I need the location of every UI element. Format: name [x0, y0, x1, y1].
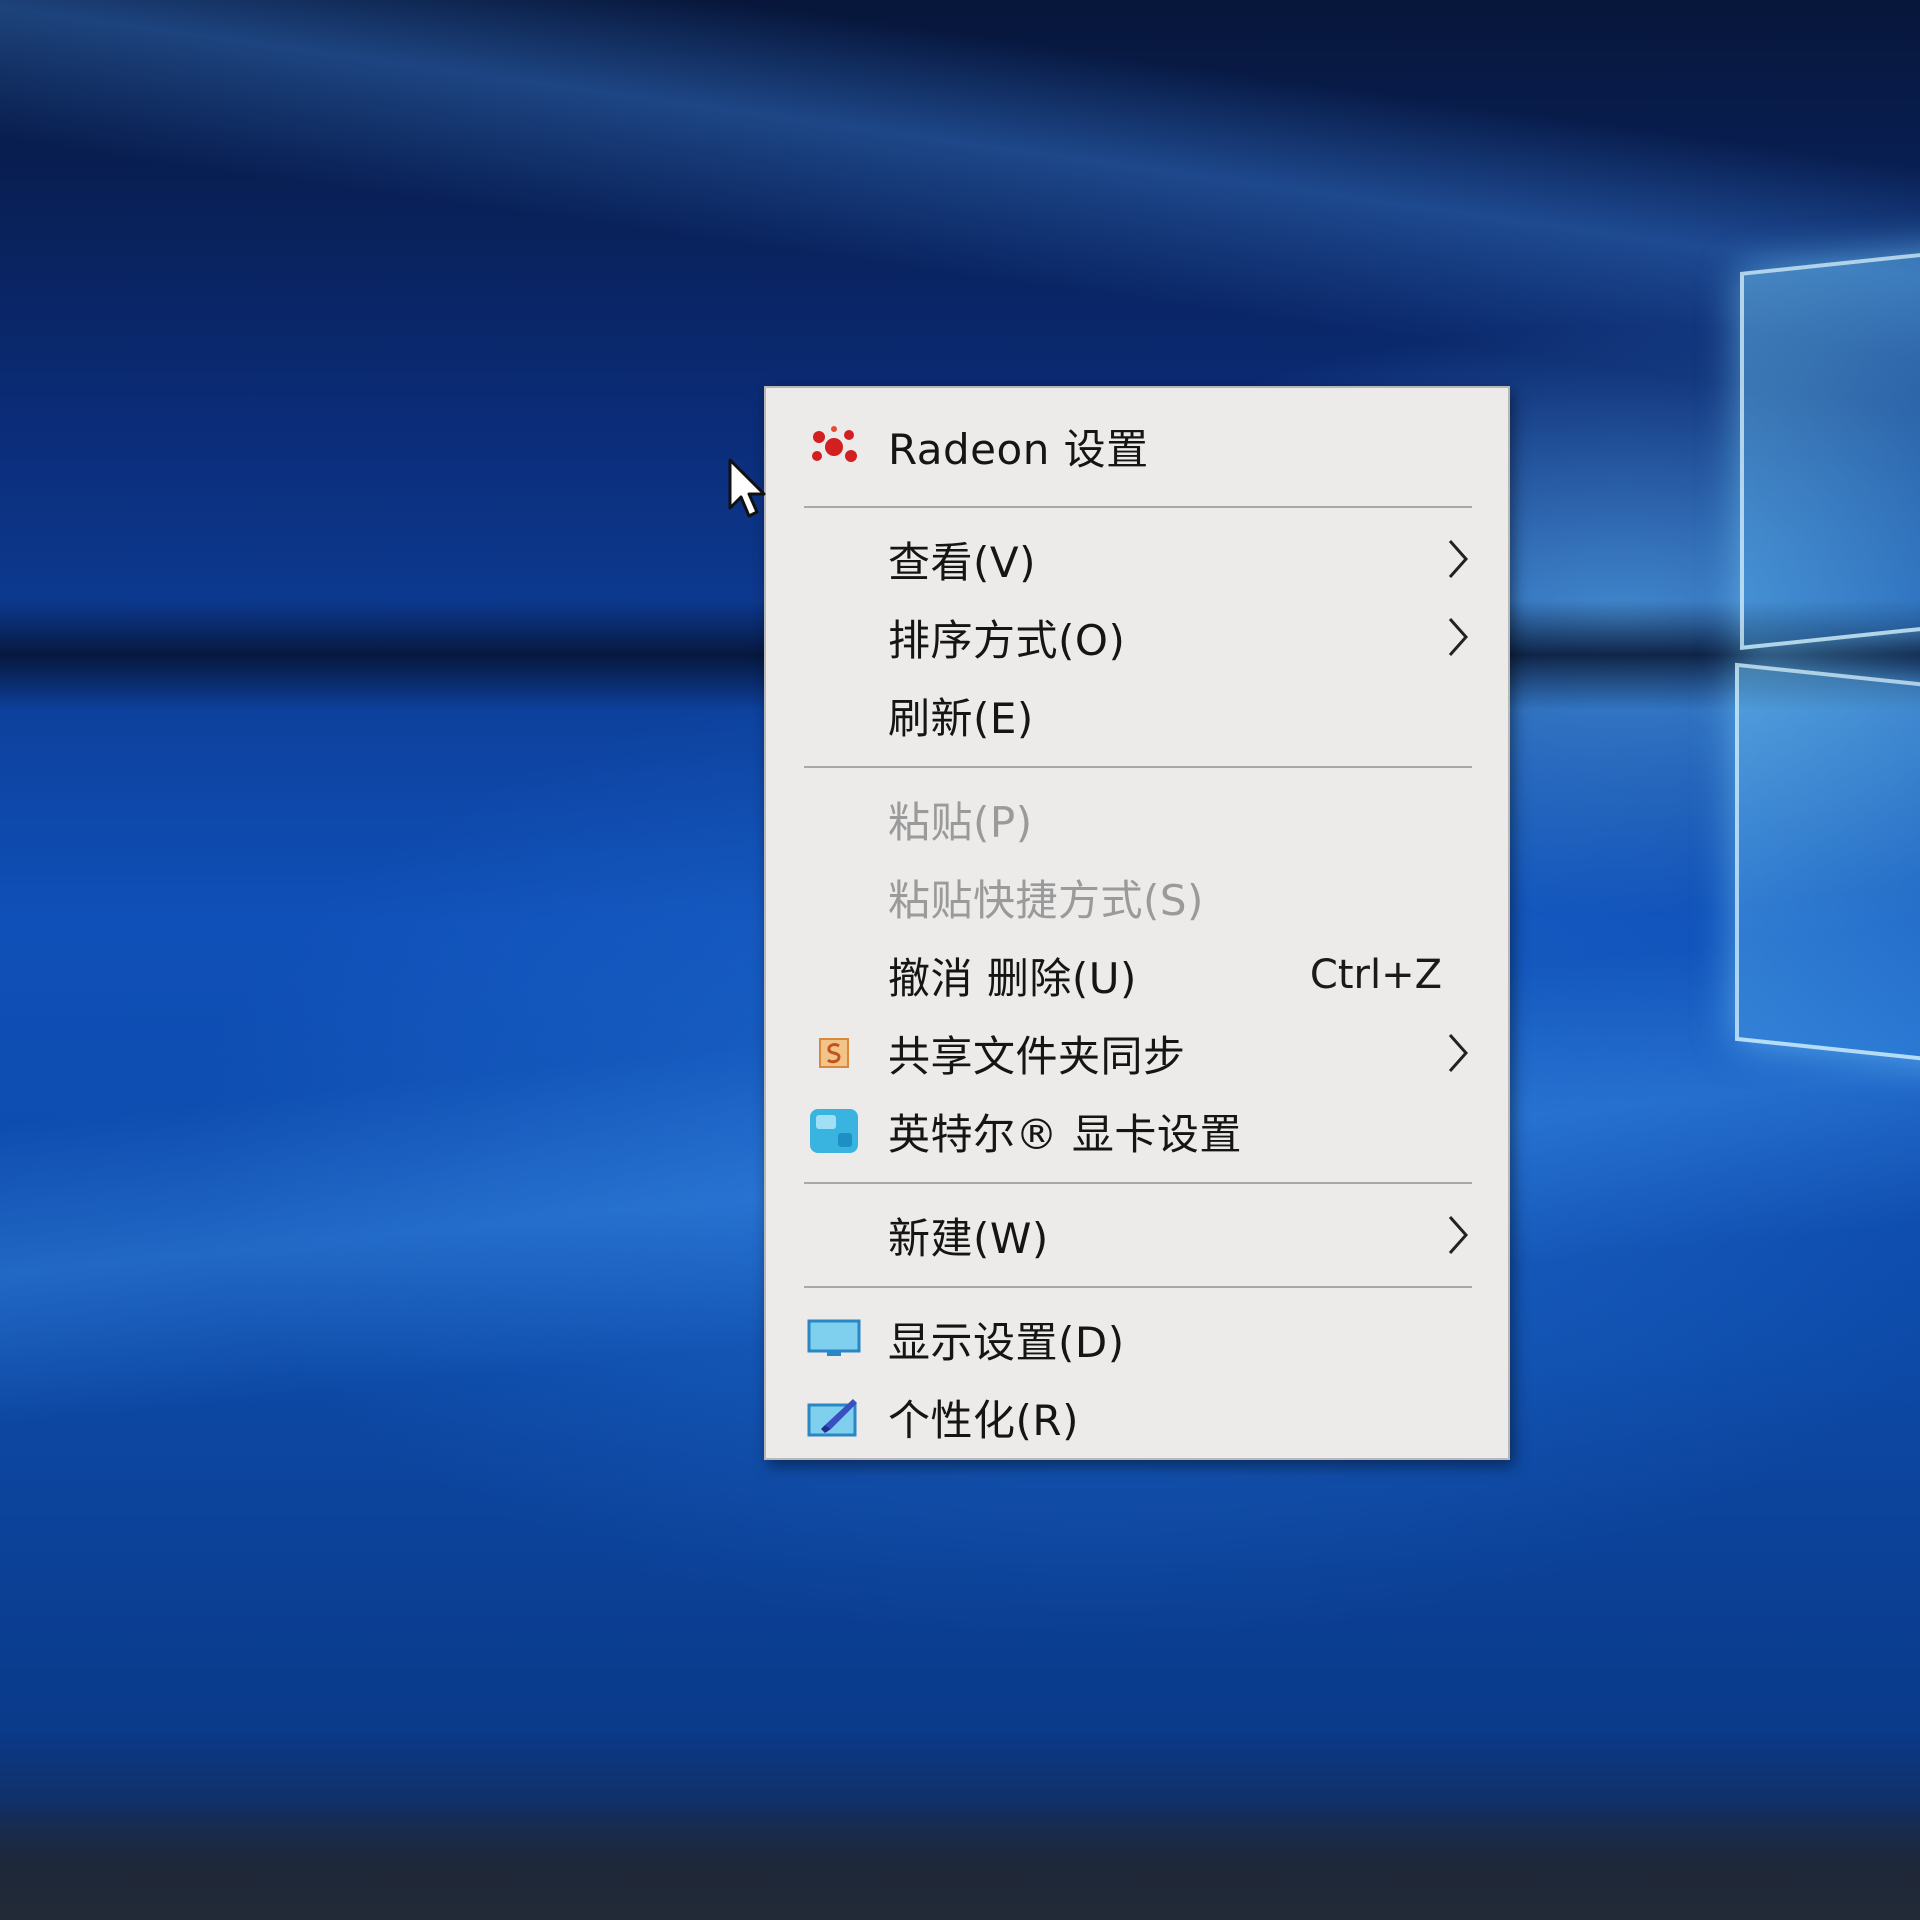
display-icon: [806, 1315, 862, 1363]
monitor-bezel: [0, 1800, 1920, 1920]
menu-item-label: Radeon 设置: [888, 424, 1149, 474]
menu-item-label: 粘贴快捷方式(S): [888, 875, 1204, 925]
radeon-icon: [806, 422, 862, 470]
windows-logo-pane-bottom: [1735, 662, 1920, 1066]
menu-item-display-settings[interactable]: 显示设置(D): [766, 1300, 1508, 1378]
wallpaper-light-beam: [0, 0, 1920, 446]
menu-item-undo-delete[interactable]: 撤消 删除(U) Ctrl+Z: [766, 936, 1508, 1014]
chevron-right-icon: [1448, 618, 1469, 656]
desktop-context-menu: Radeon 设置 查看(V) 排序方式(O) 刷新(E) 粘贴(P) 粘贴快捷…: [764, 386, 1510, 1460]
sync-folder-icon: [806, 1029, 862, 1077]
mouse-pointer-icon: [728, 458, 766, 518]
menu-item-personalize[interactable]: 个性化(R): [766, 1378, 1508, 1456]
desktop[interactable]: Radeon 设置 查看(V) 排序方式(O) 刷新(E) 粘贴(P) 粘贴快捷…: [0, 0, 1920, 1920]
menu-item-new[interactable]: 新建(W): [766, 1196, 1508, 1274]
chevron-right-icon: [1448, 1216, 1469, 1254]
menu-item-sort-by[interactable]: 排序方式(O): [766, 598, 1508, 676]
menu-item-shortcut: Ctrl+Z: [1309, 952, 1442, 998]
menu-item-view[interactable]: 查看(V): [766, 520, 1508, 598]
menu-item-paste: 粘贴(P): [766, 780, 1508, 858]
menu-item-label: 共享文件夹同步: [888, 1031, 1186, 1081]
menu-item-intel-graphics-settings[interactable]: 英特尔® 显卡设置: [766, 1092, 1508, 1170]
menu-item-refresh[interactable]: 刷新(E): [766, 676, 1508, 754]
menu-item-label: 新建(W): [888, 1213, 1049, 1263]
windows-logo-pane-top: [1740, 248, 1920, 650]
menu-separator: [804, 1182, 1472, 1184]
menu-separator: [804, 1286, 1472, 1288]
chevron-right-icon: [1448, 1034, 1469, 1072]
menu-item-label: 英特尔® 显卡设置: [888, 1109, 1242, 1159]
menu-item-paste-shortcut: 粘贴快捷方式(S): [766, 858, 1508, 936]
menu-item-label: 查看(V): [888, 537, 1037, 587]
personalize-icon: [806, 1393, 862, 1441]
menu-separator: [804, 766, 1472, 768]
menu-item-radeon-settings[interactable]: Radeon 设置: [766, 398, 1508, 494]
menu-item-shared-folder-sync[interactable]: 共享文件夹同步: [766, 1014, 1508, 1092]
menu-item-label: 个性化(R): [888, 1395, 1079, 1445]
menu-item-label: 撤消 删除(U): [888, 953, 1137, 1003]
intel-graphics-icon: [806, 1107, 862, 1155]
menu-separator: [804, 506, 1472, 508]
menu-item-label: 排序方式(O): [888, 615, 1126, 665]
menu-item-label: 粘贴(P): [888, 797, 1033, 847]
menu-item-label: 显示设置(D): [888, 1317, 1125, 1367]
chevron-right-icon: [1448, 540, 1469, 578]
menu-item-label: 刷新(E): [888, 693, 1034, 743]
